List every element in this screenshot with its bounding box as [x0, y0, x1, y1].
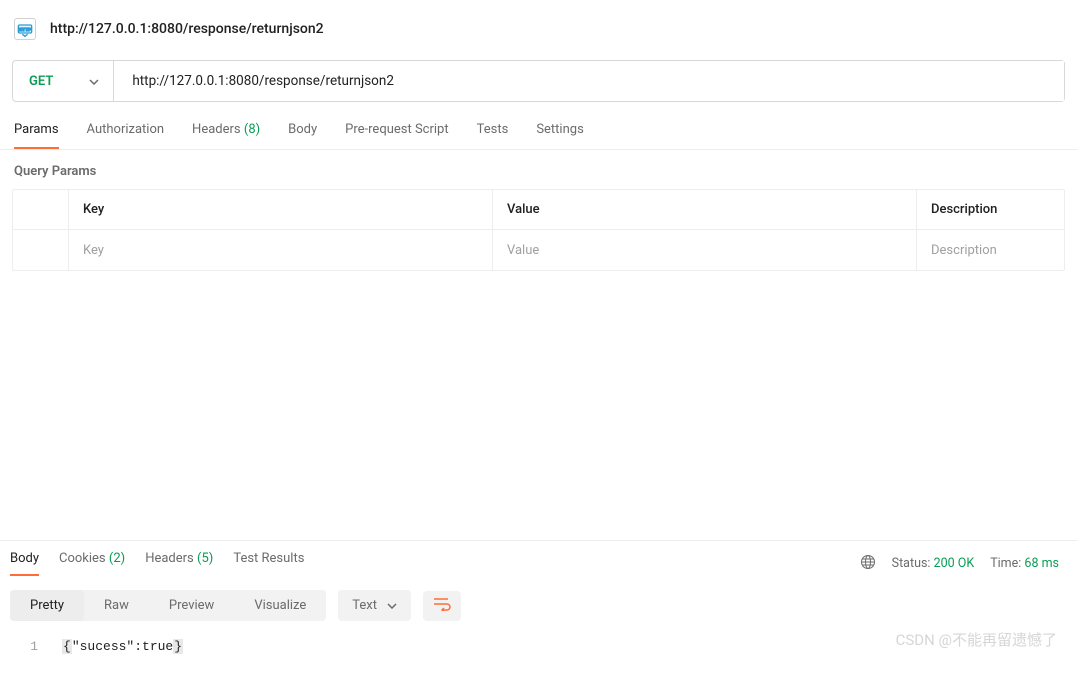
- view-mode-raw[interactable]: Raw: [84, 590, 149, 621]
- request-title: http://127.0.0.1:8080/response/returnjso…: [50, 21, 324, 37]
- method-label: GET: [29, 74, 53, 89]
- params-handle-header: [13, 190, 69, 229]
- chevron-down-icon: [89, 74, 99, 89]
- body-toolbar: Pretty Raw Preview Visualize Text: [0, 576, 1077, 635]
- response-tab-headers[interactable]: Headers (5): [145, 551, 213, 576]
- params-desc-header: Description: [917, 190, 1064, 229]
- http-icon: HTTP: [14, 18, 36, 40]
- view-mode-preview[interactable]: Preview: [149, 590, 234, 621]
- url-bar: GET: [12, 60, 1065, 102]
- view-mode-visualize[interactable]: Visualize: [234, 590, 326, 621]
- tab-settings[interactable]: Settings: [536, 122, 583, 149]
- chevron-down-icon: [387, 598, 397, 613]
- response-tabs: Body Cookies (2) Headers (5) Test Result…: [10, 551, 304, 576]
- tab-headers[interactable]: Headers (8): [192, 122, 260, 149]
- format-select[interactable]: Text: [338, 590, 411, 621]
- request-header: HTTP http://127.0.0.1:8080/response/retu…: [0, 0, 1077, 50]
- params-key-input[interactable]: Key: [69, 230, 493, 270]
- response-body-code: 1 {"sucess":true}: [0, 635, 1077, 674]
- response-meta: Status: 200 OK Time: 68 ms: [860, 554, 1067, 574]
- tab-params[interactable]: Params: [14, 122, 59, 149]
- query-params-label: Query Params: [0, 150, 1077, 189]
- code-line[interactable]: 1 {"sucess":true}: [10, 639, 1067, 654]
- params-value-input[interactable]: Value: [493, 230, 917, 270]
- response-tab-body[interactable]: Body: [10, 551, 39, 576]
- params-key-header: Key: [69, 190, 493, 229]
- request-tabs: Params Authorization Headers (8) Body Pr…: [0, 102, 1077, 150]
- params-handle-cell: [13, 230, 69, 270]
- params-desc-input[interactable]: Description: [917, 230, 1064, 270]
- tab-authorization[interactable]: Authorization: [87, 122, 165, 149]
- wrap-icon: [433, 597, 451, 615]
- response-tabs-row: Body Cookies (2) Headers (5) Test Result…: [0, 540, 1077, 576]
- wrap-lines-button[interactable]: [423, 591, 461, 621]
- tab-tests[interactable]: Tests: [477, 122, 509, 149]
- tab-prerequest[interactable]: Pre-request Script: [345, 122, 448, 149]
- time-meta: Time: 68 ms: [990, 556, 1059, 571]
- view-mode-pretty[interactable]: Pretty: [10, 590, 84, 621]
- params-input-row: Key Value Description: [13, 230, 1064, 270]
- params-header-row: Key Value Description: [13, 190, 1064, 230]
- response-tab-cookies[interactable]: Cookies (2): [59, 551, 125, 576]
- line-number: 1: [10, 639, 38, 654]
- svg-text:HTTP: HTTP: [19, 27, 31, 32]
- params-value-header: Value: [493, 190, 917, 229]
- url-input[interactable]: [114, 61, 1064, 101]
- params-table: Key Value Description Key Value Descript…: [12, 189, 1065, 271]
- response-section: Body Cookies (2) Headers (5) Test Result…: [0, 540, 1077, 674]
- code-content: {"sucess":true}: [62, 639, 183, 654]
- method-select[interactable]: GET: [13, 61, 114, 101]
- globe-icon[interactable]: [860, 554, 876, 574]
- response-tab-tests[interactable]: Test Results: [233, 551, 304, 576]
- tab-body[interactable]: Body: [288, 122, 317, 149]
- status-meta: Status: 200 OK: [892, 556, 975, 571]
- view-mode-group: Pretty Raw Preview Visualize: [10, 590, 326, 621]
